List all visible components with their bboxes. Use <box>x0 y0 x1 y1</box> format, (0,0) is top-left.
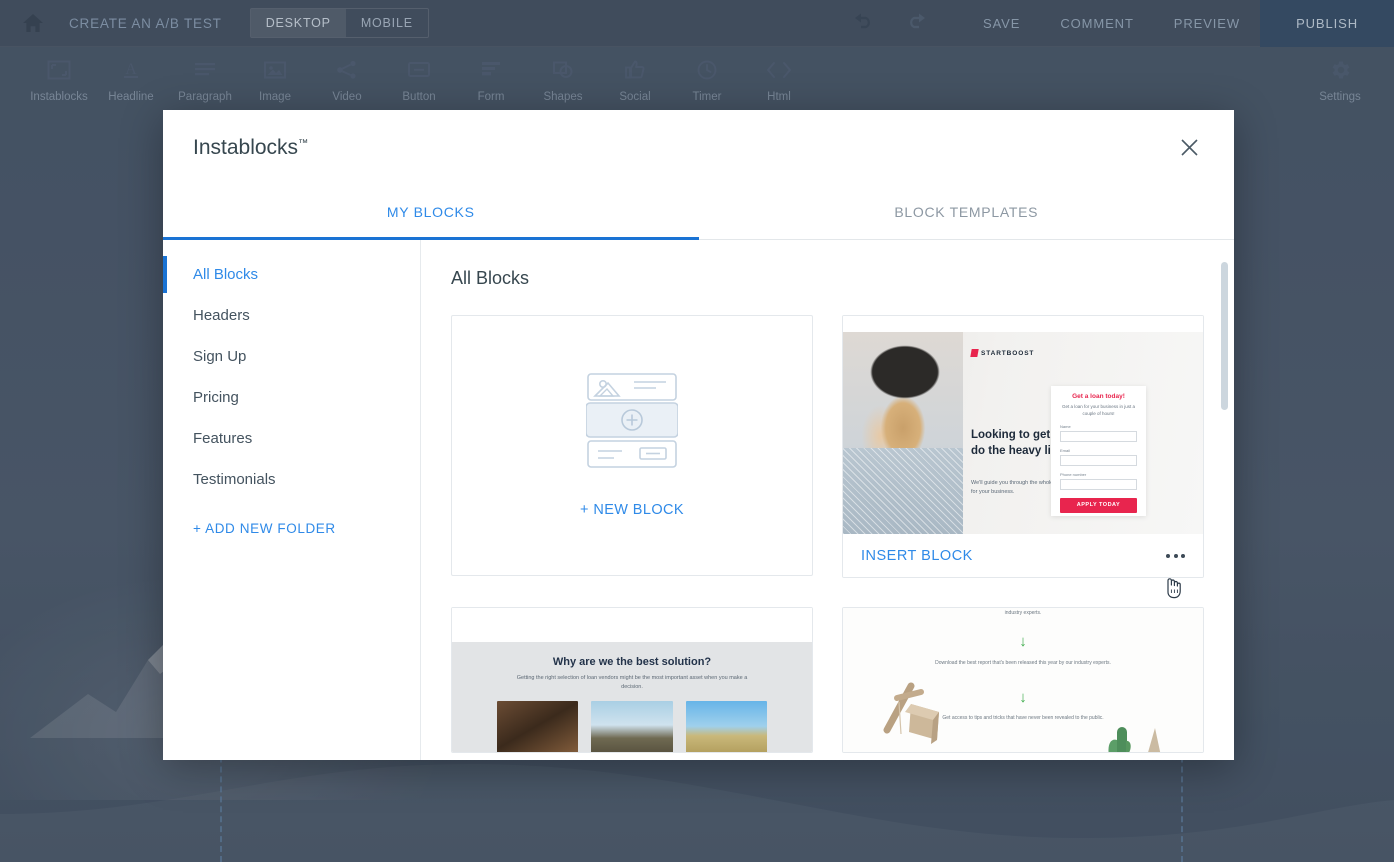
thumbnail-line-1: Download the best report that's been rel… <box>935 660 1111 666</box>
modal-tabs: MY BLOCKS BLOCK TEMPLATES <box>163 185 1234 240</box>
field-input-phone <box>1060 478 1137 490</box>
sidebar-item-sign-up[interactable]: Sign Up <box>163 336 420 377</box>
sidebar-item-features[interactable]: Features <box>163 418 420 459</box>
mouse-cursor-pointer-icon <box>1163 575 1183 604</box>
block-card-footer: INSERT BLOCK <box>843 534 1203 577</box>
field-label-email: Email <box>1060 447 1071 453</box>
block-placeholder-icon <box>585 373 679 474</box>
block-thumbnail: Why are we the best solution? Getting th… <box>452 608 812 752</box>
thumb-cactus-image <box>1105 714 1161 752</box>
sidebar-item-headers[interactable]: Headers <box>163 295 420 336</box>
close-icon[interactable] <box>1174 133 1204 163</box>
trademark-symbol: ™ <box>298 137 309 149</box>
scrollbar-thumb[interactable] <box>1221 262 1228 410</box>
block-card-startboost[interactable]: STARTBOOST Looking to get a loan? Let us… <box>842 315 1204 578</box>
block-thumbnail: STARTBOOST Looking to get a loan? Let us… <box>843 316 1203 534</box>
blocks-grid: + NEW BLOCK STARTBOOST Looking to get do… <box>451 315 1204 753</box>
content-heading: All Blocks <box>451 268 530 288</box>
new-block-card[interactable]: + NEW BLOCK <box>451 315 813 576</box>
block-thumbnail: industry experts. ↓ Download the best re… <box>843 608 1203 752</box>
thumb-lamp-image <box>881 668 953 748</box>
add-new-folder-button[interactable]: + ADD NEW FOLDER <box>163 508 420 549</box>
block-card-best-solution[interactable]: Why are we the best solution? Getting th… <box>451 607 813 753</box>
field-input-email <box>1060 454 1137 466</box>
app-root: CREATE AN A/B TEST DESKTOP MOBILE SAVE C… <box>0 0 1394 862</box>
modal-title: Instablocks™ <box>193 136 308 160</box>
new-block-label: + NEW BLOCK <box>580 502 684 518</box>
thumbnail-images <box>497 701 767 752</box>
block-card-report[interactable]: industry experts. ↓ Download the best re… <box>842 607 1204 753</box>
thumb-image-1 <box>497 701 579 752</box>
field-label-phone: Phone number <box>1060 471 1087 477</box>
form-subtext: Get a loan for your business in just a c… <box>1061 404 1136 416</box>
more-options-icon[interactable] <box>1166 553 1185 558</box>
thumbnail-logo: STARTBOOST <box>970 349 1035 357</box>
thumbnail-form: Get a loan today! Get a loan for your bu… <box>1051 386 1146 516</box>
insert-block-button[interactable]: INSERT BLOCK <box>861 548 973 564</box>
apply-today-button: APPLY TODAY <box>1060 497 1137 513</box>
thumbnail-headline: Why are we the best solution? <box>552 656 712 668</box>
sidebar-item-testimonials[interactable]: Testimonials <box>163 459 420 500</box>
content-scrollbar[interactable] <box>1221 262 1228 742</box>
thumb-image-2 <box>591 701 673 752</box>
thumbnail-paragraph: Getting the right selection of loan vend… <box>516 675 748 690</box>
instablocks-modal: Instablocks™ MY BLOCKS BLOCK TEMPLATES A… <box>163 110 1234 760</box>
modal-title-text: Instablocks <box>193 135 299 159</box>
modal-body: All Blocks Headers Sign Up Pricing Featu… <box>163 240 1234 760</box>
tab-my-blocks[interactable]: MY BLOCKS <box>163 185 699 239</box>
tab-block-templates[interactable]: BLOCK TEMPLATES <box>699 185 1235 239</box>
modal-content: All Blocks + NEW BLOCK STARTBOOST Lookin… <box>421 240 1234 760</box>
logo-text: STARTBOOST <box>981 349 1035 357</box>
logo-mark-icon <box>970 349 979 357</box>
form-heading: Get a loan today! <box>1072 393 1125 400</box>
sidebar-item-all-blocks[interactable]: All Blocks <box>163 254 420 295</box>
field-label-name: Name <box>1060 423 1071 429</box>
thumbnail-photo <box>843 332 963 534</box>
thumbnail-line-0: industry experts. <box>1004 610 1042 616</box>
arrow-down-icon: ↓ <box>1019 633 1027 650</box>
thumb-image-3 <box>685 701 767 752</box>
modal-sidebar: All Blocks Headers Sign Up Pricing Featu… <box>163 240 421 760</box>
modal-header: Instablocks™ <box>163 110 1234 185</box>
sidebar-item-pricing[interactable]: Pricing <box>163 377 420 418</box>
field-input-name <box>1060 430 1137 442</box>
